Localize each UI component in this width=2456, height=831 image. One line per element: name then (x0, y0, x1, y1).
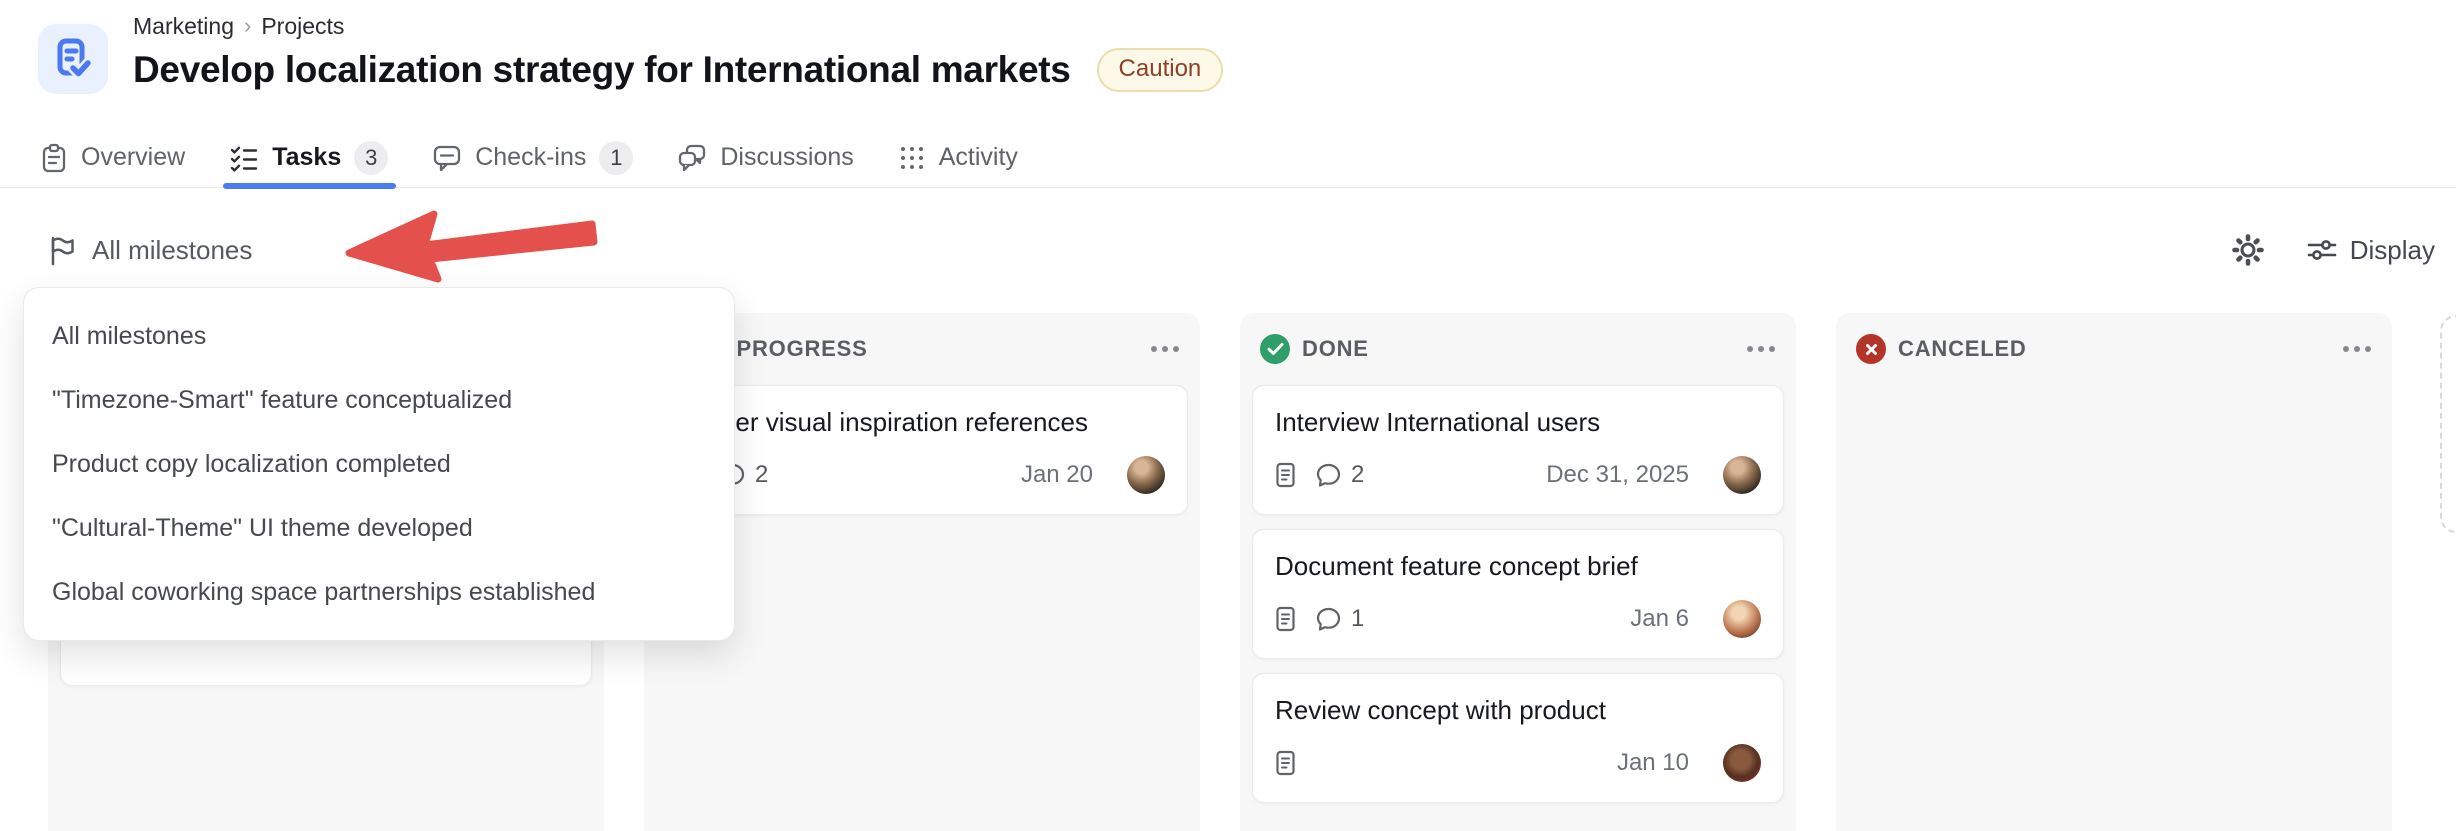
tab-bar: Overview Tasks 3 Check-ins 1 Discussions (0, 128, 2456, 189)
document-icon (1276, 606, 1295, 632)
check-ins-count-badge: 1 (599, 140, 634, 175)
done-status-icon (1260, 334, 1290, 364)
task-card[interactable]: Document feature concept brief 1 Jan 6 (1252, 529, 1784, 659)
project-tasks-page: Marketing › Projects Develop localizatio… (0, 0, 2456, 831)
column-menu-icon[interactable] (1746, 345, 1776, 353)
due-date: Jan 6 (1630, 605, 1689, 632)
tab-tasks[interactable]: Tasks 3 (223, 128, 397, 189)
assignee-avatar[interactable] (1723, 600, 1761, 638)
tab-discussions[interactable]: Discussions (677, 128, 854, 188)
tab-label: Overview (81, 143, 186, 171)
column-menu-icon[interactable] (2342, 345, 2372, 353)
project-icon (38, 24, 108, 94)
task-card[interactable]: Gather visual inspiration references 2 J… (656, 385, 1188, 515)
comment-count: 2 (755, 461, 769, 488)
column-header: CANCELED (1836, 313, 2392, 385)
task-card[interactable]: Review concept with product Jan 10 (1252, 673, 1784, 803)
flag-icon (51, 236, 74, 265)
document-check-icon (57, 38, 94, 79)
dropdown-item-milestone-4[interactable]: Global coworking space partnerships esta… (24, 560, 734, 624)
tab-overview[interactable]: Overview (40, 128, 185, 188)
column-title: DONE (1302, 336, 1369, 361)
page-title: Develop localization strategy for Intern… (133, 49, 1071, 90)
tab-label: Check-ins (475, 143, 587, 171)
speech-bubble-icon (432, 143, 462, 173)
column-header: DONE (1240, 313, 1796, 385)
status-badge-caution[interactable]: Caution (1096, 48, 1224, 92)
activity-grid-icon (898, 144, 926, 172)
gear-icon (2231, 234, 2264, 266)
milestone-dropdown-menu: All milestones "Timezone-Smart" feature … (23, 287, 735, 641)
dropdown-item-milestone-3[interactable]: "Cultural-Theme" UI theme developed (24, 496, 734, 560)
canceled-status-icon (1856, 334, 1886, 364)
tab-activity[interactable]: Activity (898, 128, 1018, 188)
breadcrumb-separator: › (243, 13, 252, 38)
card-title: Document feature concept brief (1275, 551, 1638, 581)
assignee-avatar[interactable] (1127, 456, 1165, 494)
sliders-icon (2307, 240, 2337, 260)
dropdown-item-milestone-1[interactable]: "Timezone-Smart" feature conceptualized (24, 368, 734, 432)
comment-icon (1316, 607, 1341, 631)
breadcrumb-workspace[interactable]: Marketing (133, 13, 234, 40)
milestone-filter-button[interactable]: All milestones (48, 235, 252, 266)
display-button[interactable]: Display (2306, 234, 2435, 266)
clipboard-icon (40, 143, 68, 173)
dropdown-item-milestone-2[interactable]: Product copy localization completed (24, 432, 734, 496)
column-menu-icon[interactable] (1150, 345, 1180, 353)
due-date: Dec 31, 2025 (1546, 461, 1689, 488)
tab-label: Tasks (272, 143, 342, 171)
assignee-avatar[interactable] (1723, 456, 1761, 494)
column-done: DONE Interview International users 2 Dec… (1240, 313, 1796, 831)
tab-label: Activity (938, 143, 1018, 171)
tab-check-ins[interactable]: Check-ins 1 (432, 128, 634, 188)
add-column-placeholder[interactable] (2440, 315, 2456, 533)
assignee-avatar[interactable] (1723, 744, 1761, 782)
column-title: CANCELED (1898, 336, 2027, 361)
settings-gear-button[interactable] (2230, 232, 2266, 268)
task-card[interactable]: Interview International users 2 Dec 31, … (1252, 385, 1784, 515)
tab-label: Discussions (720, 143, 854, 171)
chat-bubbles-icon (677, 143, 707, 173)
checklist-icon (229, 144, 259, 172)
due-date: Jan 10 (1616, 749, 1689, 776)
tasks-count-badge: 3 (354, 140, 389, 175)
breadcrumb: Marketing › Projects (133, 10, 1223, 42)
display-label: Display (2349, 234, 2435, 265)
comment-icon (1316, 463, 1341, 487)
dropdown-item-all-milestones[interactable]: All milestones (24, 304, 734, 368)
document-icon (1276, 750, 1295, 776)
board-toolbar: All milestones Display (48, 218, 2435, 282)
card-title: Interview International users (1275, 407, 1601, 437)
comment-count: 2 (1351, 461, 1365, 488)
column-canceled: CANCELED (1836, 313, 2392, 831)
milestone-filter-label: All milestones (92, 234, 253, 265)
document-icon (1276, 462, 1295, 488)
breadcrumb-section[interactable]: Projects (261, 13, 344, 40)
due-date: Jan 20 (1020, 461, 1093, 488)
card-title: Review concept with product (1275, 695, 1606, 725)
comment-count: 1 (1351, 605, 1365, 632)
card-title: Gather visual inspiration references (679, 407, 1088, 437)
